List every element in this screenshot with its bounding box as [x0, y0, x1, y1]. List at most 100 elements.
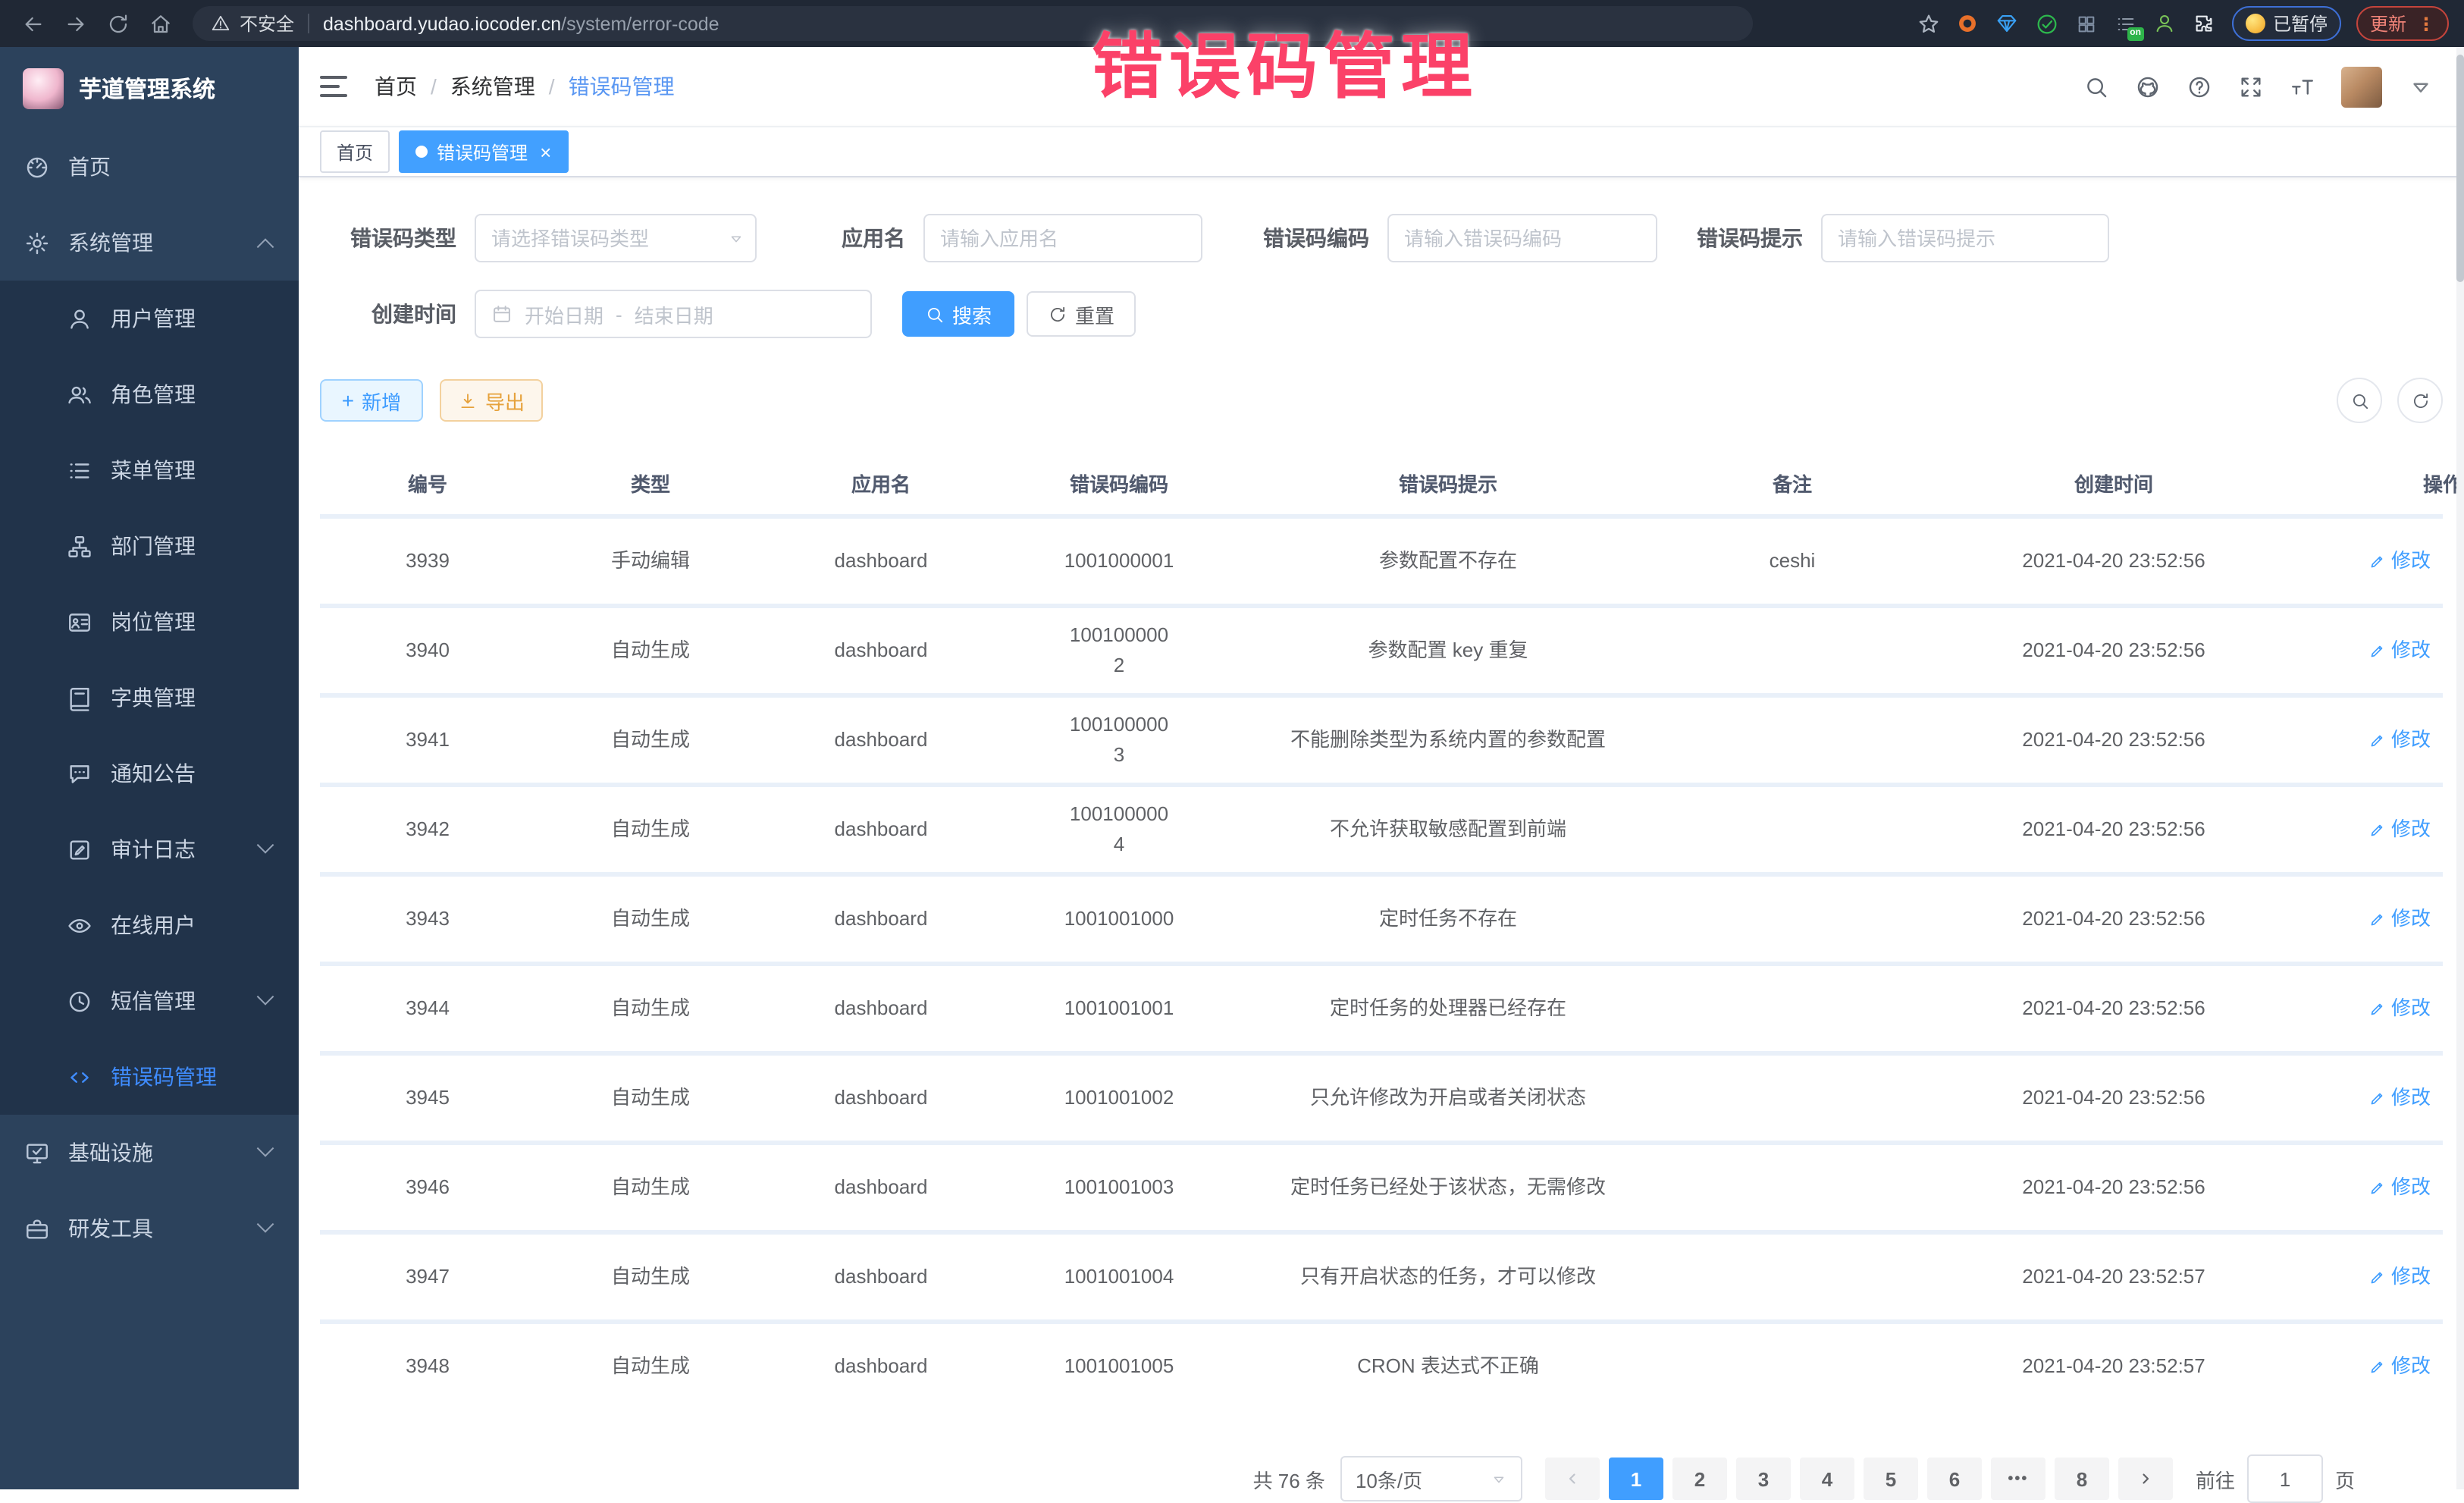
extension-icon[interactable]	[1956, 11, 1980, 36]
help-icon[interactable]	[2187, 74, 2212, 99]
extension-icon[interactable]	[2153, 11, 2177, 36]
chevron-left-icon	[1563, 1470, 1582, 1488]
tag-view-tab[interactable]: 错误码管理 ×	[399, 130, 568, 173]
page-scrollbar[interactable]	[2456, 47, 2464, 1489]
edit-link[interactable]: 修改	[2368, 993, 2431, 1024]
sidebar-item-code[interactable]: 错误码管理	[0, 1039, 299, 1115]
tag-view-tab[interactable]: 首页	[320, 130, 390, 173]
goto-page-input[interactable]	[2247, 1454, 2323, 1503]
search-icon[interactable]	[2083, 74, 2109, 99]
font-size-icon[interactable]	[2290, 74, 2315, 99]
sidebar-item-tool[interactable]: 研发工具	[0, 1191, 299, 1266]
date-range-picker[interactable]: 开始日期 - 结束日期	[475, 290, 872, 338]
page-button[interactable]: 1	[1609, 1458, 1663, 1500]
fullscreen-icon[interactable]	[2238, 74, 2264, 99]
edit-link[interactable]: 修改	[2368, 1262, 2431, 1292]
error-type-select[interactable]	[475, 214, 757, 262]
page-size-select[interactable]: 10条/页	[1340, 1456, 1522, 1501]
cell-time: 2021-04-20 23:52:57	[2022, 1351, 2205, 1382]
cell-app: dashboard	[835, 1083, 928, 1113]
edit-link[interactable]: 修改	[2368, 1083, 2431, 1113]
profile-paused-chip[interactable]: 已暂停	[2232, 6, 2341, 41]
table-row: 3945 自动生成 dashboard 1001001002 只允许修改为开启或…	[320, 1051, 2443, 1141]
sidebar-item-badge[interactable]: 岗位管理	[0, 584, 299, 660]
breadcrumb-system[interactable]: 系统管理	[450, 71, 535, 102]
extensions-puzzle-icon[interactable]	[2193, 11, 2217, 36]
export-button[interactable]: 导出	[440, 379, 543, 422]
browser-update-button[interactable]: 更新 ⋮	[2356, 6, 2449, 41]
sidebar-item-book[interactable]: 字典管理	[0, 660, 299, 736]
app-name-input[interactable]	[923, 214, 1202, 262]
prev-page-button[interactable]	[1545, 1458, 1600, 1500]
sidebar-item-sms[interactable]: 短信管理	[0, 963, 299, 1039]
page-button[interactable]: 5	[1864, 1458, 1918, 1500]
menu-item-icon	[24, 230, 50, 256]
error-hint-input[interactable]	[1821, 214, 2109, 262]
cell-type: 手动编辑	[611, 546, 690, 576]
error-code-input[interactable]	[1387, 214, 1657, 262]
browser-home-icon[interactable]	[149, 11, 173, 36]
add-button[interactable]: + 新增	[320, 379, 423, 422]
extension-icon[interactable]	[2035, 11, 2059, 36]
bookmark-star-icon[interactable]	[1917, 11, 1941, 36]
edit-link[interactable]: 修改	[2368, 904, 2431, 934]
menu-item-icon	[67, 457, 92, 483]
edit-link[interactable]: 修改	[2368, 1351, 2431, 1382]
edit-link[interactable]: 修改	[2368, 1172, 2431, 1203]
refresh-table-button[interactable]	[2397, 378, 2443, 423]
sidebar-item-gear[interactable]: 系统管理	[0, 205, 299, 281]
page-button[interactable]: 2	[1672, 1458, 1727, 1500]
sidebar-item-user[interactable]: 用户管理	[0, 281, 299, 356]
kebab-menu-icon[interactable]: ⋮	[2417, 13, 2435, 34]
sidebar-item-eye[interactable]: 在线用户	[0, 887, 299, 963]
extension-icon[interactable]: on	[2114, 11, 2138, 36]
sidebar-item-chat[interactable]: 通知公告	[0, 736, 299, 811]
menu-item-label: 在线用户	[111, 910, 196, 940]
end-date-placeholder[interactable]: 结束日期	[635, 300, 713, 328]
sidebar-item-list[interactable]: 菜单管理	[0, 432, 299, 508]
sidebar-item-tree[interactable]: 部门管理	[0, 508, 299, 584]
chevron-icon	[257, 836, 274, 854]
edit-link[interactable]: 修改	[2368, 725, 2431, 755]
breadcrumb-home[interactable]: 首页	[375, 71, 417, 102]
search-button[interactable]: 搜索	[902, 291, 1014, 337]
github-icon[interactable]	[2135, 74, 2161, 99]
page-button[interactable]: 8	[2055, 1458, 2109, 1500]
edit-link[interactable]: 修改	[2368, 635, 2431, 666]
edit-link[interactable]: 修改	[2368, 814, 2431, 845]
sidebar-item-gauge[interactable]: 首页	[0, 129, 299, 205]
menu-item-icon	[67, 306, 92, 331]
scrollbar-thumb[interactable]	[2456, 55, 2464, 282]
next-page-button[interactable]	[2118, 1458, 2173, 1500]
menu-item-label: 基础设施	[68, 1137, 153, 1168]
page-button[interactable]: 6	[1927, 1458, 1982, 1500]
extension-icon[interactable]	[2074, 11, 2099, 36]
col-actions: 操作	[2297, 470, 2464, 500]
browser-back-icon[interactable]	[21, 11, 45, 36]
edit-link[interactable]: 修改	[2368, 546, 2431, 576]
sidebar-item-log[interactable]: 审计日志	[0, 811, 299, 887]
browser-reload-icon[interactable]	[106, 11, 130, 36]
sidebar-toggle-icon[interactable]	[320, 76, 347, 97]
page-button[interactable]: 4	[1800, 1458, 1854, 1500]
cell-time: 2021-04-20 23:52:56	[2022, 635, 2205, 666]
close-icon[interactable]: ×	[540, 142, 551, 162]
user-avatar[interactable]	[2341, 66, 2382, 107]
table-row: 3940 自动生成 dashboard 1001000002 参数配置 key …	[320, 604, 2443, 693]
reset-button[interactable]: 重置	[1027, 291, 1136, 337]
show-search-button[interactable]	[2337, 378, 2382, 423]
extension-icon[interactable]	[1995, 11, 2020, 36]
browser-forward-icon[interactable]	[64, 11, 88, 36]
sidebar-item-users[interactable]: 角色管理	[0, 356, 299, 432]
sidebar-item-monitor[interactable]: 基础设施	[0, 1115, 299, 1191]
avatar-caret-icon[interactable]	[2408, 74, 2434, 99]
start-date-placeholder[interactable]: 开始日期	[525, 300, 603, 328]
cell-id: 3948	[406, 1351, 450, 1382]
page-button[interactable]: 3	[1736, 1458, 1791, 1500]
more-pages-button[interactable]: •••	[1991, 1458, 2045, 1500]
filter-code-label: 错误码编码	[1263, 223, 1369, 253]
address-bar[interactable]: 不安全 dashboard.yudao.iocoder.cn/system/er…	[193, 6, 1753, 41]
col-type: 类型	[535, 470, 766, 500]
logo-image	[23, 67, 64, 108]
menu-item-label: 角色管理	[111, 379, 196, 409]
